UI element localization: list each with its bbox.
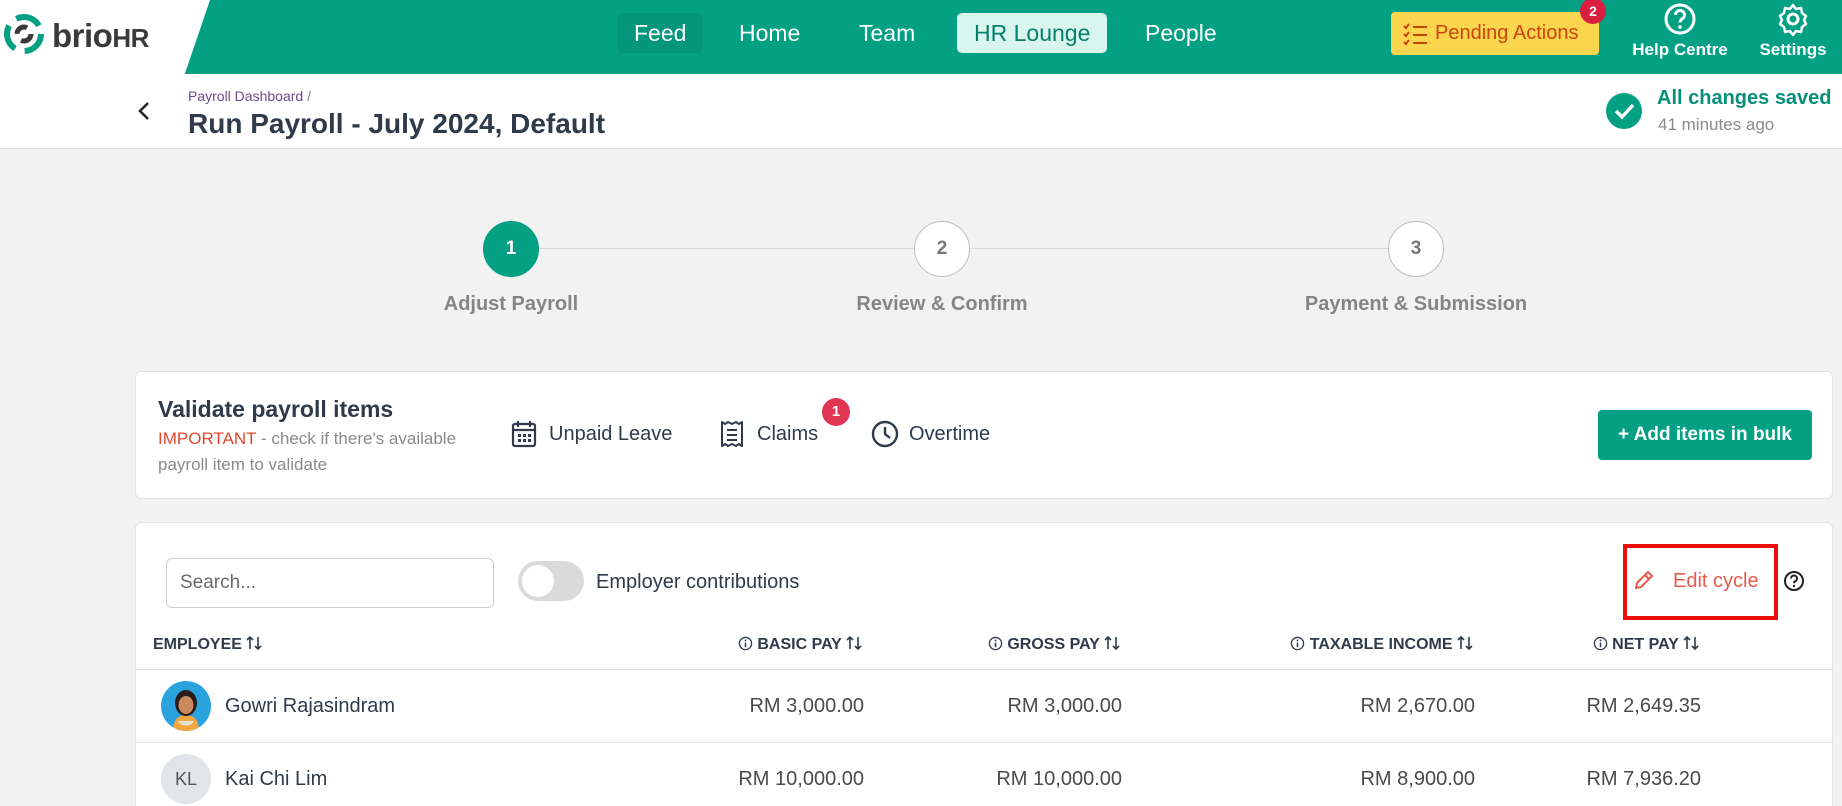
question-icon[interactable] <box>1783 570 1805 592</box>
step-connector <box>970 248 1388 249</box>
gear-icon <box>1778 3 1808 36</box>
logo[interactable]: brioHR <box>0 0 210 74</box>
clock-icon <box>871 420 899 448</box>
nav-home[interactable]: Home <box>722 13 817 53</box>
info-icon <box>988 636 1003 651</box>
net-pay-value: RM 7,936.20 <box>1586 768 1701 790</box>
column-gross-pay[interactable]: GROSS PAY <box>988 635 1120 654</box>
pencil-icon <box>1635 571 1653 589</box>
save-status-time: 41 minutes ago <box>1658 115 1775 134</box>
save-status-title: All changes saved <box>1657 87 1832 109</box>
step-connector <box>538 248 914 249</box>
page-title: Run Payroll - July 2024, Default <box>188 108 606 139</box>
payroll-table-card: Employer contributions Edit cycle EMPLOY… <box>135 522 1834 806</box>
pending-actions-label: Pending Actions <box>1435 22 1579 44</box>
basic-pay-value: RM 3,000.00 <box>749 695 864 717</box>
help-icon <box>1664 3 1696 35</box>
step-1-label: Adjust Payroll <box>443 293 579 315</box>
table-row[interactable]: KL Kai Chi Lim RM 10,000.00 RM 10,000.00… <box>136 743 1834 806</box>
basic-pay-value: RM 10,000.00 <box>738 768 864 790</box>
employee-name[interactable]: Gowri Rajasindram <box>225 695 395 718</box>
step-2-label: Review & Confirm <box>856 293 1028 315</box>
sort-icon[interactable] <box>846 635 862 651</box>
validate-title: Validate payroll items <box>158 396 394 422</box>
claims-label: Claims <box>757 423 819 445</box>
sort-icon[interactable] <box>1683 635 1699 651</box>
column-taxable-income[interactable]: TAXABLE INCOME <box>1290 635 1473 654</box>
sort-icon[interactable] <box>246 635 262 651</box>
info-icon <box>1291 636 1305 651</box>
page-header: Payroll Dashboard / Run Payroll - July 2… <box>0 74 1842 149</box>
step-1-circle[interactable]: 1 <box>483 221 539 277</box>
breadcrumb-separator: / <box>307 88 311 104</box>
top-nav: brioHR Feed Home Team HR Lounge People P… <box>0 0 1842 74</box>
pending-actions-button[interactable]: Pending Actions <box>1391 12 1599 55</box>
receipt-icon <box>721 421 743 447</box>
breadcrumb-payroll-dashboard[interactable]: Payroll Dashboard <box>188 88 303 104</box>
edit-cycle-label: Edit cycle <box>1673 570 1759 592</box>
search-input[interactable] <box>166 558 494 608</box>
table-row[interactable]: Gowri Rajasindram RM 3,000.00 RM 3,000.0… <box>136 670 1834 742</box>
validate-payroll-card: Validate payroll items IMPORTANT - check… <box>135 371 1833 499</box>
help-centre-button[interactable]: Help Centre <box>1625 2 1735 60</box>
checklist-icon <box>1403 23 1427 46</box>
step-2-circle[interactable]: 2 <box>914 221 970 277</box>
saved-check-icon <box>1606 93 1642 129</box>
column-net-pay[interactable]: NET PAY <box>1593 635 1699 654</box>
nav-feed[interactable]: Feed <box>617 13 704 53</box>
unpaid-leave-label: Unpaid Leave <box>549 423 673 445</box>
settings-label: Settings <box>1759 40 1827 59</box>
avatar <box>161 681 211 731</box>
column-employee[interactable]: EMPLOYEE <box>153 635 262 654</box>
brand-name: brioHR <box>52 17 149 54</box>
net-pay-value: RM 2,649.35 <box>1586 695 1701 717</box>
overtime-label: Overtime <box>909 423 991 445</box>
info-icon <box>1593 636 1607 651</box>
breadcrumb: Payroll Dashboard / <box>188 88 311 104</box>
sort-icon[interactable] <box>1104 635 1120 651</box>
gross-pay-value: RM 3,000.00 <box>1007 695 1122 717</box>
brio-logo-icon <box>4 14 44 54</box>
taxable-income-value: RM 8,900.00 <box>1360 768 1475 790</box>
employee-name[interactable]: Kai Chi Lim <box>225 768 327 791</box>
claims-item[interactable]: Claims <box>719 418 818 450</box>
employer-contributions-label: Employer contributions <box>596 571 800 593</box>
pending-count-badge: 2 <box>1580 0 1606 24</box>
step-3-label: Payment & Submission <box>1304 293 1528 315</box>
step-3-circle[interactable]: 3 <box>1388 221 1444 277</box>
help-centre-label: Help Centre <box>1632 40 1728 59</box>
calendar-icon <box>511 421 537 448</box>
nav-hr-lounge[interactable]: HR Lounge <box>957 13 1108 53</box>
nav-people[interactable]: People <box>1128 13 1234 53</box>
toggle-knob <box>522 565 554 597</box>
important-label: IMPORTANT <box>158 429 257 448</box>
unpaid-leave-item[interactable]: Unpaid Leave <box>511 418 672 450</box>
add-items-in-bulk-button[interactable]: + Add items in bulk <box>1598 410 1812 460</box>
column-basic-pay[interactable]: BASIC PAY <box>738 635 862 654</box>
taxable-income-value: RM 2,670.00 <box>1360 695 1475 717</box>
validate-description: IMPORTANT - check if there's available p… <box>158 426 468 478</box>
sort-icon[interactable] <box>1457 635 1473 651</box>
back-arrow-icon[interactable] <box>132 96 156 126</box>
employer-contributions-toggle[interactable] <box>518 561 584 601</box>
avatar: KL <box>161 754 211 804</box>
info-icon <box>738 636 753 651</box>
claims-count-badge: 1 <box>822 398 850 426</box>
edit-cycle-button[interactable]: Edit cycle <box>1633 567 1759 595</box>
gross-pay-value: RM 10,000.00 <box>996 768 1122 790</box>
settings-button[interactable]: Settings <box>1738 2 1842 60</box>
nav-team[interactable]: Team <box>842 13 932 53</box>
avatar-image-icon <box>161 681 211 731</box>
overtime-item[interactable]: Overtime <box>871 418 990 450</box>
